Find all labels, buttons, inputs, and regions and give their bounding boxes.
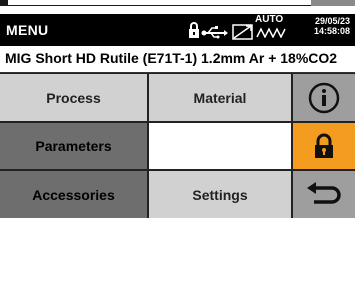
time-text: 14:58:08 [313,26,350,36]
info-icon [308,82,340,113]
process-button-label: Process [46,89,101,106]
status-icons [189,22,253,40]
process-button[interactable]: Process [0,74,147,121]
top-edge [0,0,355,6]
parameters-button-label: Parameters [35,138,112,154]
process-info-text: MIG Short HD Rutile (E71T-1) 1.2mm Ar + … [5,50,338,66]
top-divider [0,5,355,6]
mode-label: AUTO [255,14,284,25]
menu-grid: Process Material Parameters Accessories … [0,73,355,218]
datetime: 29/05/23 14:58:08 [302,16,350,36]
parameters-button[interactable]: Parameters [0,123,147,169]
usb-icon [201,26,228,39]
menu-header: MENU AUTO 29/05/23 14:58:08 [0,14,355,46]
process-info-bar: MIG Short HD Rutile (E71T-1) 1.2mm Ar + … [0,46,355,73]
accessories-button-label: Accessories [32,186,115,203]
padlock-icon [315,133,333,158]
accessories-button[interactable]: Accessories [0,171,147,218]
info-button[interactable] [293,74,355,121]
lock-icon [189,22,199,38]
material-button[interactable]: Material [149,74,291,121]
settings-button[interactable]: Settings [149,171,291,218]
empty-slot [149,123,291,169]
auto-wave-icon [256,27,286,38]
page-title: MENU [6,22,49,38]
back-arrow-icon [307,181,341,204]
date-text: 29/05/23 [314,16,350,26]
top-edge-left-block [0,0,8,6]
material-button-label: Material [193,89,247,106]
arc-waveform-icon [232,24,253,40]
lock-button[interactable] [293,123,355,169]
top-edge-right-block [311,0,355,6]
back-button[interactable] [293,171,355,218]
settings-button-label: Settings [192,186,248,203]
